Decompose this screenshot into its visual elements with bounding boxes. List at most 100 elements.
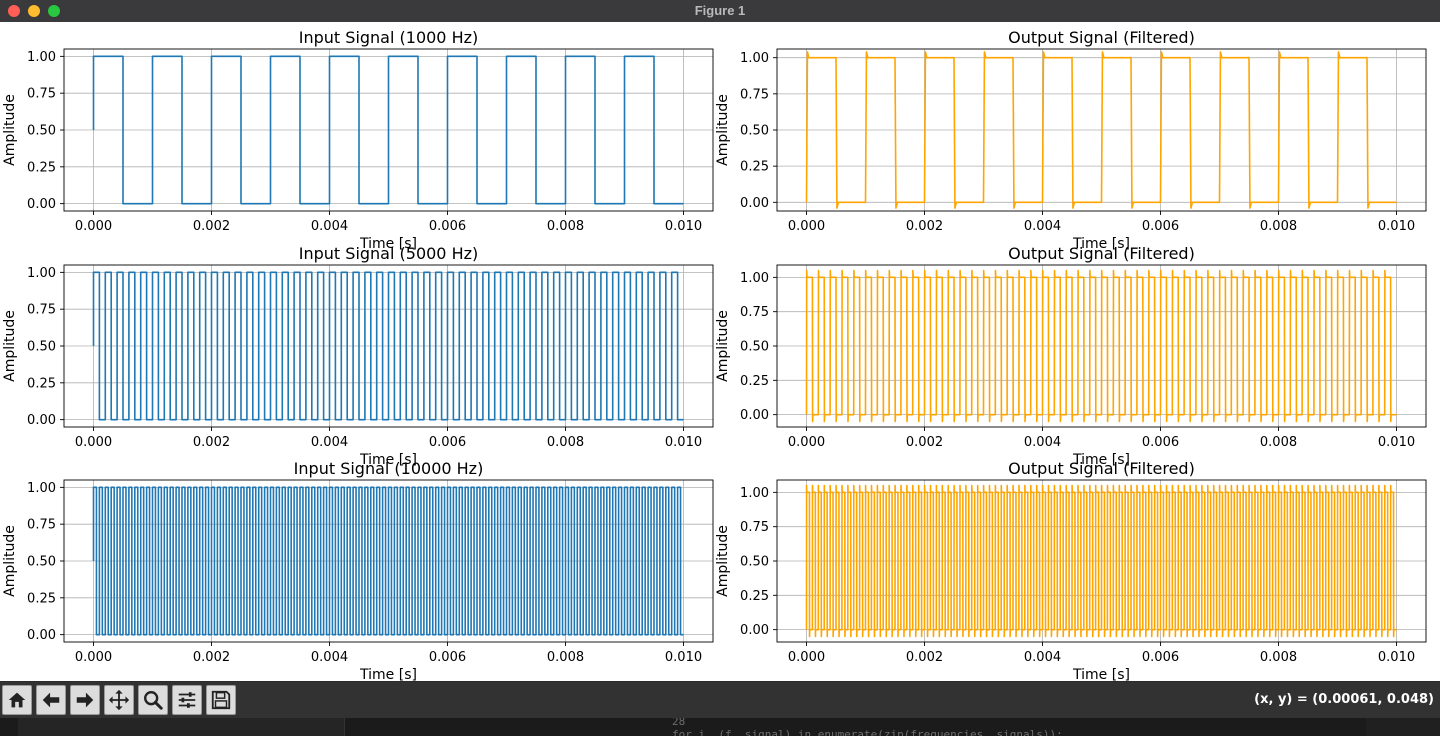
configure-subplots-icon (178, 692, 196, 708)
x-tick-label: 0.000 (75, 650, 112, 665)
subplot-title: Output Signal (Filtered) (1008, 28, 1195, 47)
y-tick-label: 0.25 (27, 591, 56, 606)
x-tick-label: 0.000 (75, 219, 112, 234)
y-axis-label: Amplitude (715, 310, 731, 382)
background-panel (18, 718, 345, 736)
y-tick-label: 0.75 (27, 87, 56, 102)
pan-button[interactable] (104, 685, 134, 715)
x-tick-label: 0.004 (1024, 650, 1061, 665)
x-tick-label: 0.002 (906, 435, 943, 450)
back-arrow-icon (42, 692, 60, 708)
subplot-title: Input Signal (1000 Hz) (299, 28, 478, 47)
x-tick-label: 0.010 (665, 435, 702, 450)
y-tick-label: 0.00 (740, 623, 769, 638)
y-tick-label: 1.00 (27, 481, 56, 496)
navigation-toolbar: (x, y) = (0.00061, 0.048) (0, 681, 1440, 719)
window-titlebar: Figure 1 (0, 0, 1440, 23)
y-tick-label: 0.00 (740, 408, 769, 423)
x-tick-label: 0.008 (547, 219, 584, 234)
y-tick-label: 1.00 (740, 271, 769, 286)
signal-line (92, 486, 684, 636)
y-axis-label: Amplitude (2, 525, 18, 597)
signal-line (92, 55, 684, 205)
y-tick-label: 0.00 (27, 628, 56, 643)
home-button[interactable] (2, 685, 32, 715)
x-tick-label: 0.000 (788, 435, 825, 450)
y-axis-label: Amplitude (715, 525, 731, 597)
x-tick-label: 0.000 (788, 650, 825, 665)
y-tick-label: 1.00 (27, 50, 56, 65)
y-tick-label: 1.00 (27, 266, 56, 281)
subplot-title: Output Signal (Filtered) (1008, 459, 1195, 478)
y-tick-label: 1.00 (740, 486, 769, 501)
x-tick-label: 0.002 (906, 219, 943, 234)
subplot-4: 0.000 0.002 0.004 0.006 0.008 0.010 0.00 0.25 0.… (715, 244, 1427, 468)
y-axis-label: Amplitude (715, 94, 731, 166)
x-tick-label: 0.002 (906, 650, 943, 665)
x-tick-label: 0.006 (1142, 650, 1179, 665)
y-tick-label: 0.75 (740, 305, 769, 320)
y-tick-label: 0.50 (27, 124, 56, 139)
subplot-title: Input Signal (5000 Hz) (299, 244, 478, 263)
save-button[interactable] (206, 685, 236, 715)
y-tick-label: 1.00 (740, 51, 769, 66)
x-tick-label: 0.000 (75, 435, 112, 450)
subplot-5: 0.000 0.002 0.004 0.006 0.008 0.010 0.00 0.25 0.… (2, 459, 714, 681)
x-tick-label: 0.002 (193, 650, 230, 665)
forward-button[interactable] (70, 685, 100, 715)
subplot-1: 0.000 0.002 0.004 0.006 0.008 0.010 0.00 0.25 0.… (2, 28, 714, 252)
back-button[interactable] (36, 685, 66, 715)
y-tick-label: 0.75 (740, 520, 769, 535)
y-tick-label: 0.50 (27, 555, 56, 570)
y-tick-label: 0.25 (740, 160, 769, 175)
x-tick-label: 0.002 (193, 435, 230, 450)
background-editor-strip: 28 for i, (f, signal) in enumerate(zip(f… (0, 718, 1440, 736)
x-tick-label: 0.010 (1378, 219, 1415, 234)
y-tick-label: 0.00 (740, 196, 769, 211)
y-tick-label: 0.75 (27, 303, 56, 318)
y-tick-label: 0.25 (740, 589, 769, 604)
x-tick-label: 0.000 (788, 219, 825, 234)
x-tick-label: 0.004 (1024, 219, 1061, 234)
x-tick-label: 0.008 (547, 435, 584, 450)
y-axis-label: Amplitude (2, 310, 18, 382)
figure-canvas[interactable]: 0.000 0.002 0.004 0.006 0.008 0.010 0.00 0.25 0.… (0, 22, 1440, 681)
y-tick-label: 0.25 (740, 374, 769, 389)
x-axis-label: Time [s] (359, 667, 417, 681)
x-tick-label: 0.006 (429, 650, 466, 665)
subplot-3: 0.000 0.002 0.004 0.006 0.008 0.010 0.00 0.25 0.… (2, 244, 714, 468)
subplot-title: Input Signal (10000 Hz) (294, 459, 484, 478)
save-floppy-icon (211, 690, 231, 710)
background-line-number: 28 (672, 718, 686, 728)
figure-svg: 0.000 0.002 0.004 0.006 0.008 0.010 0.00 0.25 0.… (2, 28, 1427, 681)
x-tick-label: 0.004 (1024, 435, 1061, 450)
y-tick-label: 0.50 (740, 340, 769, 355)
x-tick-label: 0.008 (1260, 435, 1297, 450)
x-tick-label: 0.006 (429, 435, 466, 450)
y-tick-label: 0.25 (27, 160, 56, 175)
background-side-panel (1366, 718, 1440, 736)
x-tick-label: 0.004 (311, 650, 348, 665)
y-tick-label: 0.25 (27, 376, 56, 391)
y-tick-label: 0.00 (27, 197, 56, 212)
y-tick-label: 0.75 (27, 518, 56, 533)
x-tick-label: 0.010 (1378, 435, 1415, 450)
x-tick-label: 0.006 (1142, 435, 1179, 450)
signal-line (805, 269, 1397, 423)
signal-line (805, 484, 1397, 638)
y-tick-label: 0.50 (27, 340, 56, 355)
zoom-magnifier-icon (144, 691, 163, 710)
window-title: Figure 1 (694, 3, 746, 18)
configure-subplots-button[interactable] (172, 685, 202, 715)
y-tick-label: 0.75 (740, 87, 769, 102)
x-tick-label: 0.010 (665, 650, 702, 665)
zoom-button[interactable] (138, 685, 168, 715)
x-tick-label: 0.006 (429, 219, 466, 234)
x-tick-label: 0.010 (665, 219, 702, 234)
x-tick-label: 0.002 (193, 219, 230, 234)
background-code: 28 for i, (f, signal) in enumerate(zip(f… (672, 718, 1063, 736)
background-code-line: for i, (f, signal) in enumerate(zip(freq… (672, 728, 1063, 736)
pan-move-icon (108, 689, 130, 711)
subplot-title: Output Signal (Filtered) (1008, 244, 1195, 263)
forward-arrow-icon (76, 692, 94, 708)
